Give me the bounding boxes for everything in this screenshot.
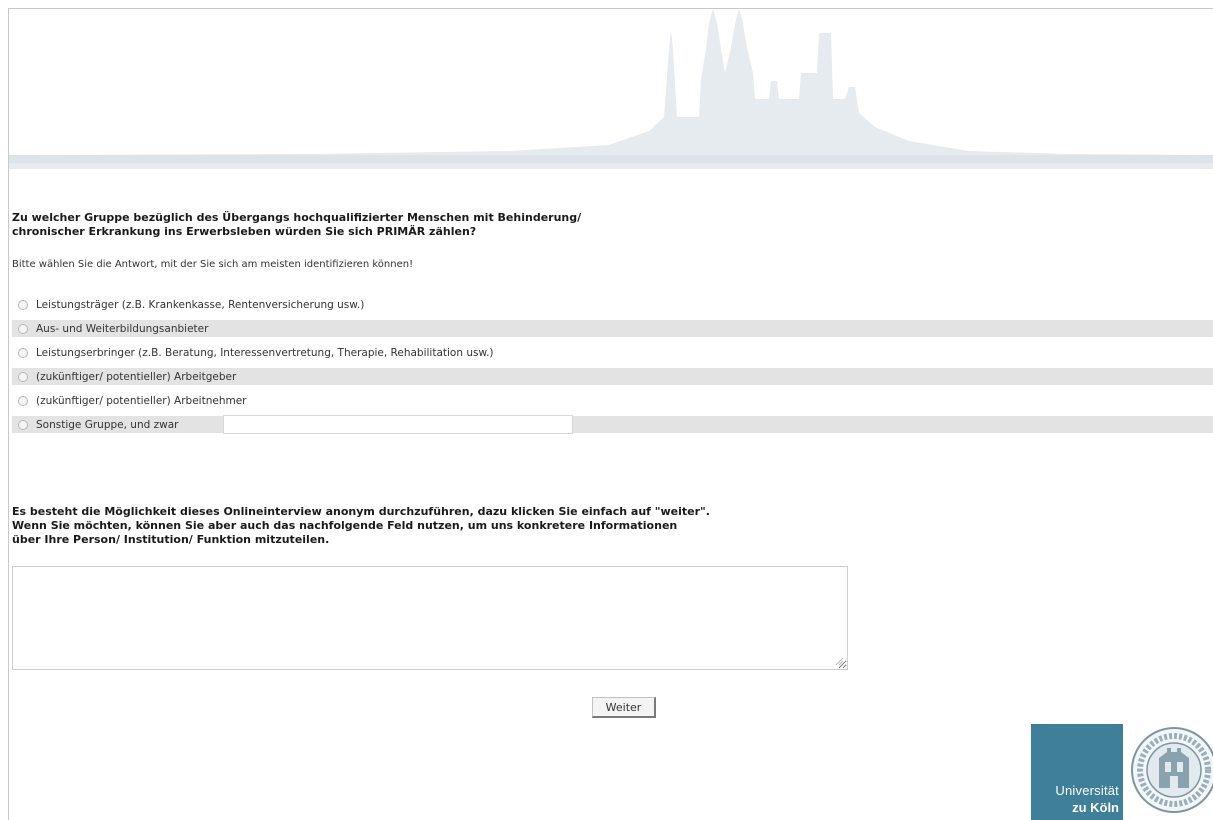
option-label: Leistungserbringer (z.B. Beratung, Inter… [36, 346, 494, 359]
option-label: Sonstige Gruppe, und zwar [36, 418, 179, 431]
university-logo: Universität zu Köln [1031, 724, 1123, 820]
radio-button[interactable] [18, 323, 28, 334]
info-line-1: Es besteht die Möglichkeit dieses Online… [12, 505, 710, 518]
question-text: Zu welcher Gruppe bezüglich des Übergang… [12, 211, 772, 239]
info-line-2: Wenn Sie möchten, können Sie aber auch d… [12, 519, 678, 532]
option-label: Aus- und Weiterbildungsanbieter [36, 322, 209, 335]
comment-textarea[interactable] [12, 566, 848, 670]
instruction-text: Bitte wählen Sie die Antwort, mit der Si… [12, 259, 414, 270]
university-seal-icon [1131, 727, 1213, 813]
question-line-1: Zu welcher Gruppe bezüglich des Übergang… [12, 211, 582, 224]
answer-options: Leistungsträger (z.B. Krankenkasse, Rent… [12, 296, 1213, 440]
next-button[interactable]: Weiter [592, 697, 656, 718]
resize-grip-icon[interactable] [834, 656, 844, 666]
option-row-arbeitnehmer[interactable]: (zukünftiger/ potentieller) Arbeitnehmer [12, 392, 1213, 409]
option-label: (zukünftiger/ potentieller) Arbeitgeber [36, 370, 237, 383]
info-line-3: über Ihre Person/ Institution/ Funktion … [12, 533, 330, 546]
option-row-weiterbildungsanbieter[interactable]: Aus- und Weiterbildungsanbieter [12, 320, 1213, 337]
cologne-skyline-image [9, 9, 1213, 169]
option-row-sonstige[interactable]: Sonstige Gruppe, und zwar [12, 415, 1213, 434]
question-line-2: chronischer Erkrankung ins Erwerbsleben … [12, 225, 477, 238]
radio-button[interactable] [18, 395, 28, 406]
anonymity-info-text: Es besteht die Möglichkeit dieses Online… [12, 505, 872, 547]
option-row-leistungstraeger[interactable]: Leistungsträger (z.B. Krankenkasse, Rent… [12, 296, 1213, 313]
option-label: (zukünftiger/ potentieller) Arbeitnehmer [36, 394, 247, 407]
option-row-arbeitgeber[interactable]: (zukünftiger/ potentieller) Arbeitgeber [12, 368, 1213, 385]
other-group-input[interactable] [223, 415, 573, 434]
radio-button[interactable] [18, 347, 28, 358]
logo-line-1: Universität [1055, 783, 1119, 798]
option-row-leistungserbringer[interactable]: Leistungserbringer (z.B. Beratung, Inter… [12, 344, 1213, 361]
header-banner [9, 9, 1213, 169]
logo-line-2: zu Köln [1072, 800, 1119, 815]
option-label: Leistungsträger (z.B. Krankenkasse, Rent… [36, 298, 365, 311]
radio-button[interactable] [18, 299, 28, 310]
radio-button[interactable] [18, 371, 28, 382]
radio-button[interactable] [18, 419, 28, 430]
